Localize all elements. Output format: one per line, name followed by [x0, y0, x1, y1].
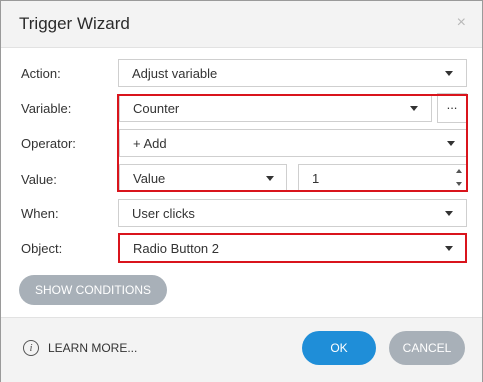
variable-value: Counter: [133, 101, 180, 116]
dialog-header: Trigger Wizard ×: [1, 1, 482, 48]
action-label: Action:: [21, 66, 61, 81]
value-type-dropdown[interactable]: Value: [119, 164, 287, 192]
value-number-input[interactable]: 1: [298, 164, 467, 192]
chevron-down-icon: [445, 71, 453, 76]
arrow-up-icon: [456, 169, 462, 173]
action-dropdown[interactable]: Adjust variable: [118, 59, 467, 87]
object-value: Radio Button 2: [133, 241, 220, 256]
info-icon[interactable]: i: [23, 340, 39, 356]
when-value: User clicks: [132, 206, 195, 221]
chevron-down-icon: [445, 246, 453, 251]
operator-label: Operator:: [21, 136, 76, 151]
operator-dropdown[interactable]: + Add: [119, 129, 467, 157]
ok-button[interactable]: OK: [302, 331, 376, 365]
chevron-down-icon: [410, 106, 418, 111]
variable-dropdown[interactable]: Counter: [119, 94, 432, 122]
variable-browse-button[interactable]: ...: [437, 93, 467, 123]
object-dropdown[interactable]: Radio Button 2: [118, 233, 467, 263]
close-icon[interactable]: ×: [457, 14, 466, 32]
when-dropdown[interactable]: User clicks: [118, 199, 467, 227]
trigger-wizard-dialog: Trigger Wizard × Action: Adjust variable…: [0, 0, 483, 382]
action-value: Adjust variable: [132, 66, 218, 81]
learn-more-link[interactable]: LEARN MORE...: [48, 341, 137, 355]
chevron-down-icon: [445, 211, 453, 216]
decrement-button[interactable]: [453, 178, 465, 191]
operator-value: + Add: [133, 136, 167, 151]
dialog-title: Trigger Wizard: [19, 14, 130, 33]
value-number: 1: [312, 171, 320, 186]
arrow-down-icon: [456, 182, 462, 186]
value-label: Value:: [21, 172, 57, 187]
when-label: When:: [21, 206, 59, 221]
chevron-down-icon: [266, 176, 274, 181]
chevron-down-icon: [447, 141, 455, 146]
variable-label: Variable:: [21, 101, 72, 116]
value-type-value: Value: [133, 171, 166, 186]
cancel-button[interactable]: CANCEL: [389, 331, 465, 365]
increment-button[interactable]: [453, 165, 465, 178]
show-conditions-button[interactable]: SHOW CONDITIONS: [19, 275, 167, 305]
object-label: Object:: [21, 241, 63, 256]
